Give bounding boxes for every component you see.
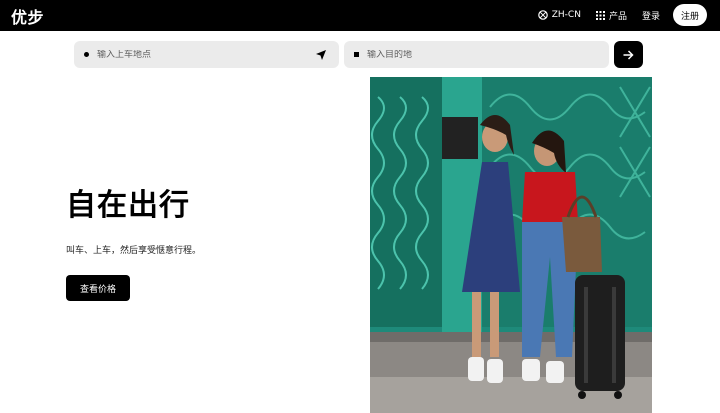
products-label: 产品 [608,11,627,22]
hero-photo [370,77,652,413]
language-selector[interactable]: ZH-CN [537,10,581,20]
search-submit-button[interactable] [614,41,643,68]
nav-right-group: ZH-CN 产品 登录 注册 [523,3,707,27]
view-prices-button[interactable]: 查看价格 [66,275,130,301]
hero-title: 自在出行 [66,188,190,223]
hero-subtitle: 叫车、上车，然后享受惬意行程。 [66,246,202,256]
pickup-input[interactable] [97,49,311,60]
products-menu[interactable]: 产品 [595,9,627,22]
pickup-dot-icon [84,52,89,57]
pickup-field [74,41,339,68]
arrow-right-icon [623,49,634,60]
login-link[interactable]: 登录 [642,9,660,22]
locate-arrow-icon[interactable] [311,45,331,65]
top-navigation-bar: 优步 ZH-CN 产品 登录 注册 [0,0,720,31]
signup-button[interactable]: 注册 [672,4,707,26]
destination-square-icon [354,52,359,57]
brand-logo[interactable]: 优步 [11,4,44,28]
globe-icon [537,10,548,20]
language-label: ZH-CN [551,10,581,20]
destination-input[interactable] [367,49,609,60]
grid-icon [595,10,605,20]
destination-field [344,41,609,68]
